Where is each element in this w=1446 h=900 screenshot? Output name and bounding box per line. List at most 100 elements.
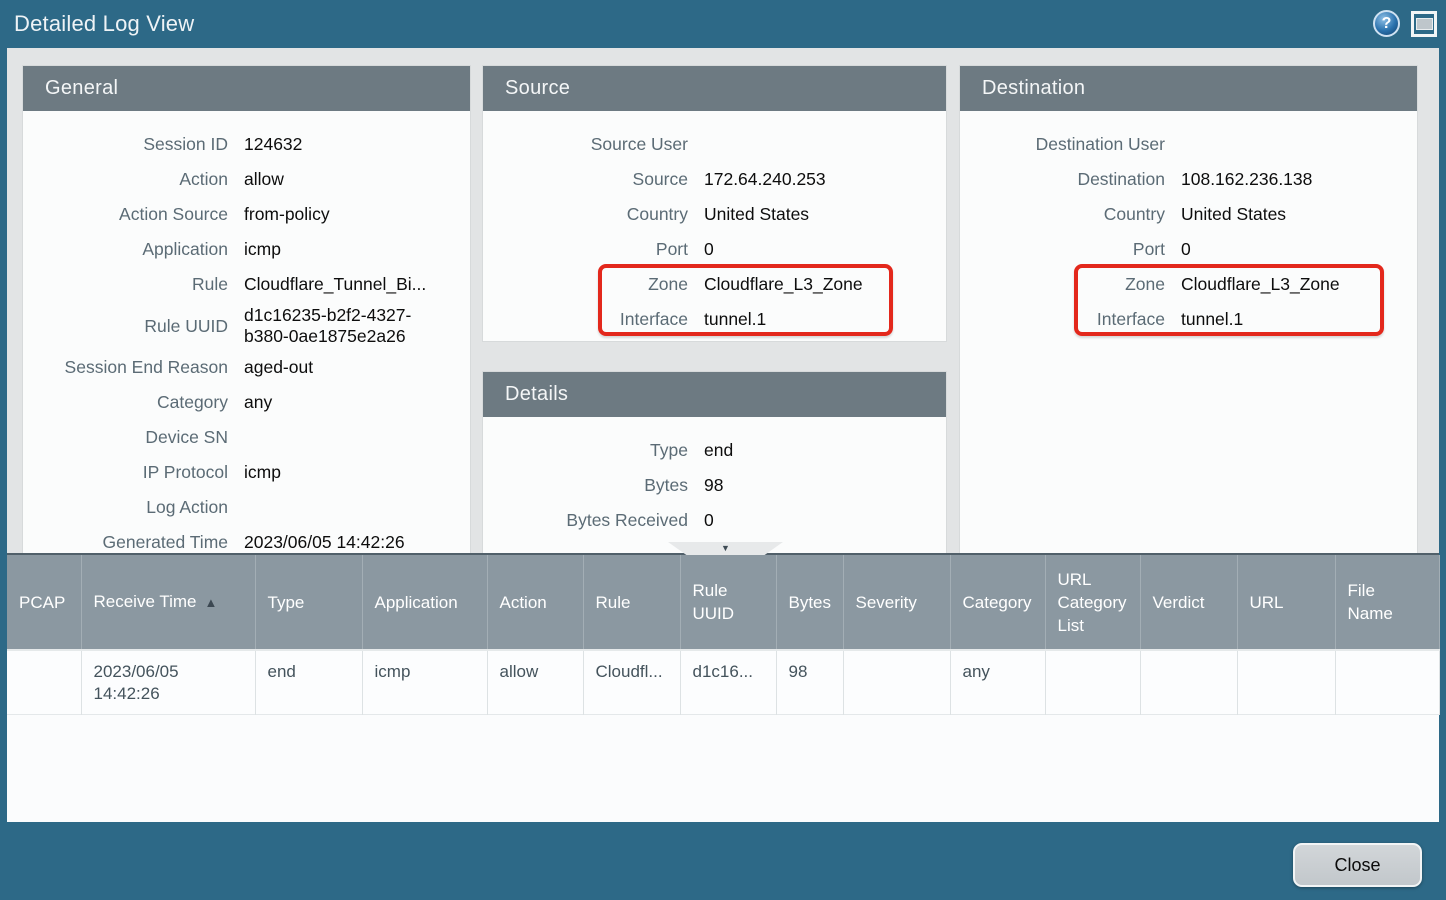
title-bar: Detailed Log View ? bbox=[0, 0, 1446, 48]
field-value: 98 bbox=[704, 475, 928, 496]
field-row: Applicationicmp bbox=[23, 232, 452, 267]
field-label: IP Protocol bbox=[23, 462, 228, 483]
column-header-verdict[interactable]: Verdict bbox=[1140, 555, 1237, 650]
field-label: Category bbox=[23, 392, 228, 413]
column-header-label: Verdict bbox=[1153, 593, 1205, 612]
field-label: Zone bbox=[483, 274, 688, 295]
panel-source-body: Source User Source 172.64.240.253 Country Un… bbox=[483, 111, 946, 337]
column-header-url-category-list[interactable]: URL Category List bbox=[1045, 555, 1140, 650]
title-bar-icons: ? bbox=[1373, 10, 1437, 37]
field-label: Interface bbox=[960, 309, 1165, 330]
column-header-label: URL Category List bbox=[1058, 570, 1127, 635]
field-row: Bytes Received0 bbox=[483, 503, 928, 538]
column-header-rule-uuid[interactable]: Rule UUID bbox=[680, 555, 776, 650]
column-header-type[interactable]: Type bbox=[255, 555, 362, 650]
field-value: 108.162.236.138 bbox=[1181, 169, 1399, 190]
field-value: from-policy bbox=[244, 204, 434, 225]
field-value: United States bbox=[704, 204, 928, 225]
column-header-pcap[interactable]: PCAP bbox=[7, 555, 81, 650]
log-cell-bytes: 98 bbox=[776, 650, 843, 714]
window-icon[interactable] bbox=[1411, 11, 1437, 37]
field-value: 2023/06/05 14:42:26 bbox=[244, 532, 434, 553]
field-value: 172.64.240.253 bbox=[704, 169, 928, 190]
panel-general-header: General bbox=[23, 66, 470, 111]
field-label: Type bbox=[483, 440, 688, 461]
column-header-application[interactable]: Application bbox=[362, 555, 487, 650]
column-header-label: Rule bbox=[596, 593, 631, 612]
field-label: Destination User bbox=[960, 134, 1165, 155]
field-row: Action Sourcefrom-policy bbox=[23, 197, 452, 232]
field-label: Device SN bbox=[23, 427, 228, 448]
column-header-url[interactable]: URL bbox=[1237, 555, 1335, 650]
log-table-header-row: PCAP Receive Time▲ Type Application Action Ru… bbox=[7, 555, 1439, 650]
field-row: Generated Time 2023/06/05 14:42:26 bbox=[23, 525, 452, 553]
field-row: Session End Reason aged-out bbox=[23, 350, 452, 385]
field-label: Destination bbox=[960, 169, 1165, 190]
field-row: Interfacetunnel.1 bbox=[960, 302, 1399, 337]
column-header-label: Action bbox=[500, 593, 547, 612]
column-header-receive-time[interactable]: Receive Time▲ bbox=[81, 555, 255, 650]
log-cell-type: end bbox=[255, 650, 362, 714]
log-table: PCAP Receive Time▲ Type Application Action Ru… bbox=[7, 555, 1440, 715]
field-value: icmp bbox=[244, 462, 434, 483]
panel-general-body: Session ID124632ActionallowAction Source… bbox=[23, 111, 470, 553]
field-value: Cloudflare_L3_Zone bbox=[704, 274, 928, 295]
field-label: Source bbox=[483, 169, 688, 190]
log-cell-url-category-list bbox=[1045, 650, 1140, 714]
field-value: aged-out bbox=[244, 357, 434, 378]
log-cell-file-name bbox=[1335, 650, 1439, 714]
panel-destination-header: Destination bbox=[960, 66, 1417, 111]
column-header-category[interactable]: Category bbox=[950, 555, 1045, 650]
log-cell-rule-uuid: d1c16... bbox=[680, 650, 776, 714]
field-label: Source User bbox=[483, 134, 688, 155]
window-icon-inner bbox=[1416, 18, 1433, 30]
field-row: Interface tunnel.1 bbox=[483, 302, 928, 337]
column-header-rule[interactable]: Rule bbox=[583, 555, 680, 650]
field-row: Destination 108.162.236.138 bbox=[960, 162, 1399, 197]
field-value: 0 bbox=[704, 239, 928, 260]
field-label: Action bbox=[23, 169, 228, 190]
field-label: Interface bbox=[483, 309, 688, 330]
field-value: Cloudflare_Tunnel_Bi... bbox=[244, 274, 434, 295]
field-label: Country bbox=[483, 204, 688, 225]
field-value: allow bbox=[244, 169, 434, 190]
field-label: Port bbox=[960, 239, 1165, 260]
column-header-label: URL bbox=[1250, 593, 1284, 612]
log-cell-action: allow bbox=[487, 650, 583, 714]
panel-general: General Session ID124632ActionallowActio… bbox=[23, 66, 470, 553]
column-header-label: Type bbox=[268, 593, 305, 612]
field-row: Country United States bbox=[483, 197, 928, 232]
field-row: Port0 bbox=[483, 232, 928, 267]
log-cell-verdict bbox=[1140, 650, 1237, 714]
splitter-handle[interactable]: ▼ bbox=[668, 542, 783, 555]
log-cell-url bbox=[1237, 650, 1335, 714]
column-header-severity[interactable]: Severity bbox=[843, 555, 950, 650]
panel-details: Details TypeendBytes98Bytes Received0 bbox=[483, 372, 946, 553]
field-value: 0 bbox=[704, 510, 928, 531]
log-cell-category: any bbox=[950, 650, 1045, 714]
log-row[interactable]: 2023/06/05 14:42:26endicmpallowCloudfl..… bbox=[7, 650, 1439, 714]
field-row: Action allow bbox=[23, 162, 452, 197]
column-header-action[interactable]: Action bbox=[487, 555, 583, 650]
field-row: Destination User bbox=[960, 127, 1399, 162]
panel-details-body: TypeendBytes98Bytes Received0 bbox=[483, 417, 946, 538]
chevron-down-icon: ▼ bbox=[721, 544, 730, 553]
field-row: Log Action bbox=[23, 490, 452, 525]
field-row: Port0 bbox=[960, 232, 1399, 267]
column-header-label: PCAP bbox=[19, 593, 65, 612]
field-value: 124632 bbox=[244, 134, 434, 155]
field-row: CountryUnited States bbox=[960, 197, 1399, 232]
help-icon[interactable]: ? bbox=[1373, 10, 1400, 37]
field-label: Generated Time bbox=[23, 532, 228, 553]
field-value: tunnel.1 bbox=[704, 309, 928, 330]
log-cell-receive-time: 2023/06/05 14:42:26 bbox=[81, 650, 255, 714]
column-header-file-name[interactable]: File Name bbox=[1335, 555, 1439, 650]
field-value: United States bbox=[1181, 204, 1399, 225]
field-row: Bytes98 bbox=[483, 468, 928, 503]
close-button[interactable]: Close bbox=[1293, 843, 1422, 887]
dialog-title: Detailed Log View bbox=[14, 11, 194, 37]
panel-details-header: Details bbox=[483, 372, 946, 417]
zone-interface-highlight: Zone Cloudflare_L3_Zone Interface tunnel.1 bbox=[483, 267, 928, 337]
field-label: Session End Reason bbox=[23, 357, 228, 378]
column-header-bytes[interactable]: Bytes bbox=[776, 555, 843, 650]
